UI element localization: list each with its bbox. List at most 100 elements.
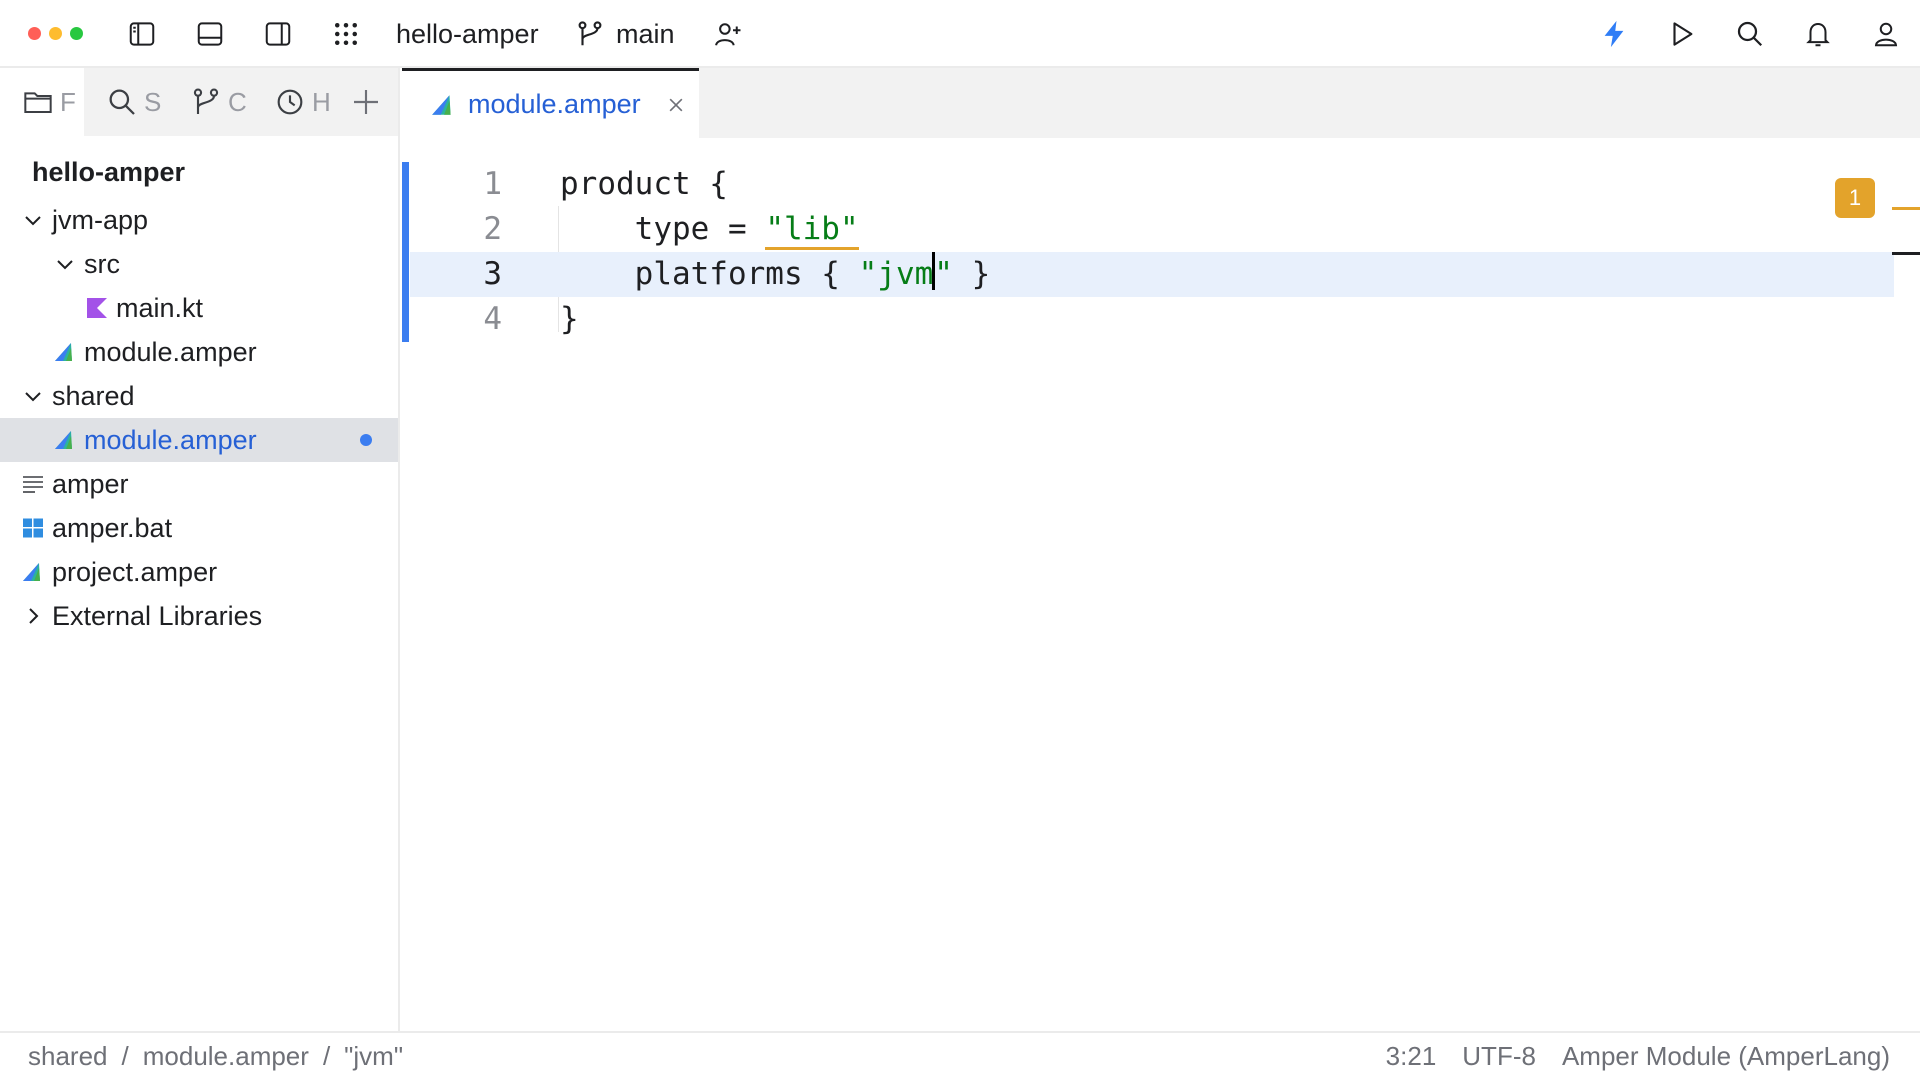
tree-item-label: module.amper	[84, 424, 257, 455]
problems-count-badge[interactable]: 1	[1835, 178, 1875, 218]
tree-item-external-libraries[interactable]: External Libraries	[0, 594, 398, 638]
tree-item-amper-bat[interactable]: amper.bat	[0, 506, 398, 550]
tree-item-project-amper[interactable]: project.amper	[0, 550, 398, 594]
add-collaborator-icon[interactable]	[708, 14, 748, 54]
code-token: product {	[560, 166, 728, 202]
amper-file-icon	[18, 557, 48, 587]
search-icon	[109, 89, 135, 115]
vcs-change-marker[interactable]	[402, 162, 409, 342]
tab-history[interactable]: H	[252, 68, 336, 136]
breadcrumb-separator: /	[121, 1041, 129, 1071]
title-bar: hello-amper main	[0, 0, 1920, 68]
commit-icon	[193, 88, 219, 114]
tree-item-label: amper.bat	[52, 512, 173, 543]
tree-item-module-amper-shared[interactable]: module.amper	[0, 418, 398, 462]
code-token: platforms {	[560, 256, 859, 292]
code-editor[interactable]: 1 product { 2 type = "lib" 3 platforms {…	[402, 138, 1920, 1031]
tree-item-shared[interactable]: shared	[0, 374, 398, 418]
code-text: product {	[560, 162, 728, 207]
error-stripe-warning-mark[interactable]	[1892, 207, 1920, 210]
tab-project[interactable]: F	[0, 68, 84, 136]
tab-search-label: S	[144, 86, 162, 117]
tool-window-tab-strip: F S C H	[0, 68, 398, 136]
windows-batch-icon	[18, 513, 48, 543]
tree-item-amper[interactable]: amper	[0, 462, 398, 506]
status-widgets: 3:21 UTF-8 Amper Module (AmperLang)	[1386, 1041, 1890, 1072]
project-name-widget[interactable]: hello-amper	[396, 16, 539, 52]
code-token: }	[560, 301, 579, 337]
tree-item-module-amper-jvm-app[interactable]: module.amper	[0, 330, 398, 374]
toggle-bottom-panel-icon[interactable]	[190, 14, 230, 54]
breadcrumb-item[interactable]: "jvm"	[344, 1041, 403, 1072]
code-token: type =	[560, 211, 766, 247]
chevron-down-icon[interactable]	[18, 381, 48, 411]
error-stripe-caret-mark	[1892, 252, 1920, 255]
tree-item-main-kt[interactable]: main.kt	[0, 286, 398, 330]
amper-file-icon	[50, 425, 80, 455]
chevron-right-icon[interactable]	[18, 601, 48, 631]
file-type-widget[interactable]: Amper Module (AmperLang)	[1562, 1041, 1890, 1072]
close-icon[interactable]	[663, 92, 689, 118]
code-text: }	[560, 297, 579, 342]
git-branch-icon	[572, 14, 608, 54]
account-icon[interactable]	[1866, 14, 1906, 54]
window-close-button[interactable]	[28, 27, 41, 40]
breadcrumb-item[interactable]: shared	[28, 1041, 108, 1072]
code-line-3-current[interactable]: 3 platforms { "jvm" }	[410, 252, 1894, 297]
ai-assistant-bolt-icon[interactable]	[1594, 14, 1634, 54]
chevron-down-icon[interactable]	[18, 205, 48, 235]
code-text: type = "lib"	[560, 207, 859, 252]
run-icon[interactable]	[1662, 14, 1702, 54]
string-literal-close: "	[934, 256, 953, 292]
search-everywhere-icon[interactable]	[1730, 14, 1770, 54]
editor-tab-label: module.amper	[468, 89, 641, 119]
window-minimize-button[interactable]	[49, 27, 62, 40]
code-text: platforms { "jvm" }	[560, 252, 990, 297]
tree-item-label: project.amper	[52, 556, 218, 587]
folder-icon	[24, 92, 52, 113]
project-tool-window: F S C H hello-amper jvm-app src main.kt …	[0, 68, 400, 1031]
tree-item-label: jvm-app	[52, 204, 149, 235]
line-number: 4	[483, 301, 502, 337]
tree-root-project[interactable]: hello-amper	[0, 146, 398, 198]
toggle-right-panel-icon[interactable]	[258, 14, 298, 54]
caret-position-widget[interactable]: 3:21	[1386, 1041, 1437, 1072]
tree-item-label: shared	[52, 380, 135, 411]
editor-tab-module-amper[interactable]: module.amper	[402, 68, 699, 138]
breadcrumb: shared / module.amper / "jvm"	[28, 1041, 403, 1072]
amper-file-icon	[430, 92, 456, 118]
line-number: 3	[483, 256, 502, 292]
string-literal: "jvm	[858, 256, 934, 292]
code-token: }	[952, 256, 991, 292]
add-tool-window-button[interactable]	[336, 68, 398, 136]
text-file-icon	[18, 469, 48, 499]
code-line-2[interactable]: 2 type = "lib"	[410, 207, 1894, 252]
notifications-bell-icon[interactable]	[1798, 14, 1838, 54]
code-line-1[interactable]: 1 product {	[410, 162, 1894, 207]
tree-item-label: amper	[52, 468, 129, 499]
window-zoom-button[interactable]	[70, 27, 83, 40]
vcs-branch-widget[interactable]: main	[616, 16, 675, 52]
tab-commit[interactable]: C	[168, 68, 252, 136]
tab-history-label: H	[312, 86, 331, 117]
string-literal-warning[interactable]: "lib"	[765, 211, 859, 250]
line-number: 1	[483, 166, 502, 202]
tree-item-label: External Libraries	[52, 600, 263, 631]
history-clock-icon	[277, 89, 303, 115]
encoding-widget[interactable]: UTF-8	[1462, 1041, 1536, 1072]
breadcrumb-separator: /	[322, 1041, 331, 1071]
status-bar: shared / module.amper / "jvm" 3:21 UTF-8…	[0, 1031, 1920, 1080]
chevron-down-icon[interactable]	[50, 249, 80, 279]
breadcrumb-item[interactable]: module.amper	[143, 1041, 309, 1072]
tab-search[interactable]: S	[84, 68, 168, 136]
tab-project-label: F	[60, 86, 76, 117]
tree-item-src[interactable]: src	[0, 242, 398, 286]
tree-item-label: main.kt	[116, 292, 204, 323]
tree-item-label: module.amper	[84, 336, 257, 367]
plus-icon	[354, 90, 378, 114]
main-menu-grid-icon[interactable]	[326, 14, 366, 54]
modified-indicator	[360, 434, 372, 446]
code-line-4[interactable]: 4 }	[410, 297, 1894, 342]
tree-item-jvm-app[interactable]: jvm-app	[0, 198, 398, 242]
toggle-left-panel-icon[interactable]	[122, 14, 162, 54]
